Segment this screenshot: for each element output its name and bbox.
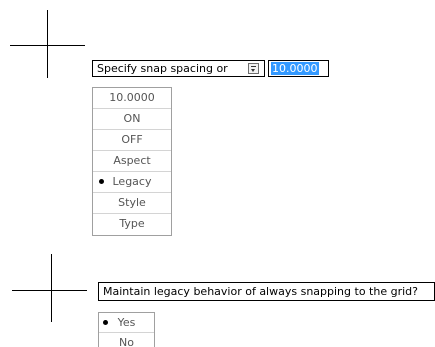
- menu-item-label: Style: [118, 196, 146, 209]
- menu-item-label: Yes: [117, 316, 136, 329]
- menu-item-label: Legacy: [112, 175, 152, 188]
- menu-item-label: 10.0000: [109, 91, 155, 104]
- menu-item-label: No: [119, 336, 134, 347]
- snap-option-style[interactable]: Style: [93, 193, 171, 214]
- selected-bullet-icon: [103, 320, 108, 325]
- snap-options-menu: 10.0000 ON OFF Aspect Legacy Style Type: [92, 87, 172, 236]
- legacy-option-yes[interactable]: Yes: [99, 313, 154, 333]
- menu-item-label: OFF: [121, 133, 143, 146]
- snap-spacing-value: 10.0000: [271, 62, 319, 75]
- crosshair-horizontal-line: [12, 290, 87, 291]
- menu-item-label: Aspect: [113, 154, 151, 167]
- legacy-options-menu: Yes No: [98, 312, 155, 347]
- snap-option-legacy[interactable]: Legacy: [93, 172, 171, 193]
- legacy-behavior-prompt-text: Maintain legacy behavior of always snapp…: [103, 285, 418, 298]
- snap-option-aspect[interactable]: Aspect: [93, 151, 171, 172]
- crosshair-vertical-line: [51, 254, 52, 322]
- selected-bullet-icon: [99, 179, 104, 184]
- snap-option-on[interactable]: ON: [93, 109, 171, 130]
- snap-spacing-prompt-text: Specify snap spacing or: [97, 62, 228, 75]
- dropdown-arrow-icon[interactable]: [248, 63, 259, 74]
- legacy-behavior-prompt: Maintain legacy behavior of always snapp…: [98, 282, 435, 301]
- snap-option-type[interactable]: Type: [93, 214, 171, 235]
- menu-item-label: Type: [119, 217, 145, 230]
- snap-spacing-value-input[interactable]: 10.0000: [268, 60, 329, 77]
- crosshair-vertical-line: [47, 10, 48, 78]
- menu-item-label: ON: [123, 112, 141, 125]
- snap-spacing-prompt: Specify snap spacing or: [92, 60, 265, 77]
- legacy-option-no[interactable]: No: [99, 333, 154, 347]
- snap-option-spacing-value[interactable]: 10.0000: [93, 88, 171, 109]
- snap-option-off[interactable]: OFF: [93, 130, 171, 151]
